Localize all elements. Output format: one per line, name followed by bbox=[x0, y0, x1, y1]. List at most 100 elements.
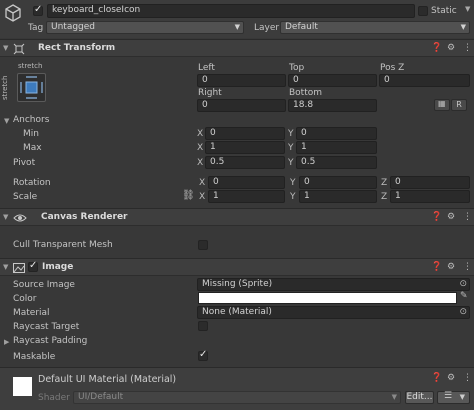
rotation-z-field[interactable]: 0 bbox=[390, 176, 470, 189]
active-checkbox[interactable] bbox=[33, 4, 43, 16]
anchor-preset-icon bbox=[20, 76, 43, 99]
static-dropdown-icon[interactable]: ▼ bbox=[465, 5, 470, 13]
collapse-triangle-icon[interactable]: ▼ bbox=[3, 44, 8, 52]
top-label: Top bbox=[289, 63, 305, 73]
anchor-max-x-field[interactable]: 1 bbox=[205, 141, 285, 154]
raycast-padding-label[interactable]: Raycast Padding bbox=[13, 336, 87, 346]
pivot-y-label: Y bbox=[288, 158, 294, 168]
pivot-x-label: X bbox=[197, 158, 204, 168]
maskable-label: Maskable bbox=[13, 352, 56, 362]
sliders-icon[interactable]: ⚙ bbox=[447, 373, 455, 383]
scale-y-field[interactable]: 1 bbox=[299, 190, 377, 203]
top-field[interactable]: 0 bbox=[288, 74, 377, 87]
cube-icon bbox=[5, 4, 21, 22]
pivot-x-field[interactable]: 0.5 bbox=[205, 156, 285, 169]
raycast-padding-foldout-icon[interactable]: ▶ bbox=[4, 338, 9, 346]
object-picker-icon[interactable]: ⊙ bbox=[459, 307, 467, 318]
collapse-triangle-icon[interactable]: ▼ bbox=[3, 213, 8, 221]
max-x-label: X bbox=[197, 143, 204, 153]
anchors-label[interactable]: Anchors bbox=[13, 115, 49, 125]
left-field[interactable]: 0 bbox=[197, 74, 286, 87]
right-field[interactable]: 0 bbox=[197, 99, 286, 112]
blueprint-mode-button[interactable]: ▦ bbox=[434, 99, 450, 111]
layer-value: Default bbox=[285, 22, 318, 32]
color-label: Color bbox=[13, 294, 37, 304]
shader-menu-button[interactable]: ☰ ▼ bbox=[437, 391, 470, 404]
rotation-y-label: Y bbox=[290, 178, 296, 188]
material-label: Material bbox=[13, 308, 50, 318]
kebab-menu-icon[interactable]: ⋮ bbox=[463, 43, 472, 53]
pivot-y-field[interactable]: 0.5 bbox=[296, 156, 377, 169]
anchors-foldout-icon[interactable]: ▼ bbox=[4, 117, 9, 125]
left-label: Left bbox=[198, 63, 215, 73]
chevron-down-icon: ▼ bbox=[234, 23, 240, 31]
sliders-icon[interactable]: ⚙ bbox=[447, 43, 455, 53]
source-image-field[interactable]: Missing (Sprite) ⊙ bbox=[197, 278, 470, 291]
tag-label: Tag bbox=[28, 23, 44, 33]
static-checkbox[interactable] bbox=[418, 6, 428, 16]
eyedropper-icon[interactable]: ✎ bbox=[460, 291, 468, 301]
raycast-target-checkbox[interactable] bbox=[198, 321, 208, 331]
rotation-label: Rotation bbox=[13, 178, 51, 188]
image-title: Image bbox=[42, 262, 74, 272]
canvas-renderer-title: Canvas Renderer bbox=[41, 212, 128, 222]
cull-transparent-mesh-checkbox[interactable] bbox=[198, 240, 208, 250]
edit-shader-button[interactable]: Edit... bbox=[405, 391, 434, 404]
rotation-x-field[interactable]: 0 bbox=[208, 176, 285, 189]
material-field[interactable]: None (Material) ⊙ bbox=[197, 306, 470, 319]
help-icon[interactable]: ❓ bbox=[431, 43, 442, 53]
collapse-triangle-icon[interactable]: ▼ bbox=[3, 263, 8, 271]
help-icon[interactable]: ❓ bbox=[431, 262, 442, 272]
scale-x-field[interactable]: 1 bbox=[208, 190, 285, 203]
help-icon[interactable]: ❓ bbox=[431, 212, 442, 222]
anchor-max-y-field[interactable]: 1 bbox=[296, 141, 377, 154]
source-image-label: Source Image bbox=[13, 280, 75, 290]
kebab-menu-icon[interactable]: ⋮ bbox=[463, 262, 472, 272]
image-enabled-checkbox[interactable] bbox=[28, 260, 38, 272]
sliders-icon[interactable]: ⚙ bbox=[447, 262, 455, 272]
gameobject-header: keyboard_closeIcon Static ▼ Tag Untagged… bbox=[0, 0, 474, 38]
min-x-label: X bbox=[197, 129, 204, 139]
min-label: Min bbox=[23, 129, 39, 139]
color-swatch[interactable] bbox=[198, 292, 457, 304]
image-header[interactable]: ▼ Image ❓ ⚙ ⋮ bbox=[0, 258, 474, 276]
kebab-menu-icon[interactable]: ⋮ bbox=[463, 212, 472, 222]
chevron-down-icon: ▼ bbox=[391, 393, 397, 401]
scale-z-field[interactable]: 1 bbox=[390, 190, 470, 203]
edit-shader-label: Edit... bbox=[406, 392, 433, 402]
chevron-down-icon: ▼ bbox=[459, 393, 465, 401]
maskable-checkbox[interactable] bbox=[198, 349, 208, 361]
anchor-min-y-field[interactable]: 0 bbox=[296, 127, 377, 140]
bottom-field[interactable]: 18.8 bbox=[288, 99, 377, 112]
cull-transparent-mesh-label: Cull Transparent Mesh bbox=[13, 240, 113, 250]
shader-dropdown[interactable]: UI/Default ▼ bbox=[73, 391, 401, 404]
posz-field[interactable]: 0 bbox=[379, 74, 470, 87]
tag-dropdown[interactable]: Untagged ▼ bbox=[46, 21, 244, 34]
rect-transform-icon bbox=[13, 43, 25, 55]
rect-transform-title: Rect Transform bbox=[38, 43, 116, 53]
image-icon bbox=[13, 263, 25, 273]
layer-dropdown[interactable]: Default ▼ bbox=[280, 21, 470, 34]
raycast-target-label: Raycast Target bbox=[13, 322, 80, 332]
gameobject-name-field[interactable]: keyboard_closeIcon bbox=[47, 4, 415, 18]
anchor-preset-button[interactable] bbox=[17, 73, 46, 102]
anchor-preset-label-h: stretch bbox=[18, 62, 43, 70]
static-label: Static bbox=[431, 6, 457, 16]
object-picker-icon[interactable]: ⊙ bbox=[459, 279, 467, 290]
shader-value: UI/Default bbox=[78, 392, 124, 402]
help-icon[interactable]: ❓ bbox=[431, 373, 442, 383]
link-icon[interactable]: ⛓ bbox=[182, 190, 195, 201]
raw-edit-button[interactable]: R bbox=[451, 99, 467, 111]
rect-transform-header[interactable]: ▼ Rect Transform ❓ ⚙ ⋮ bbox=[0, 39, 474, 57]
list-icon: ☰ bbox=[444, 391, 453, 401]
rotation-y-field[interactable]: 0 bbox=[299, 176, 377, 189]
max-label: Max bbox=[23, 143, 42, 153]
rotation-x-label: X bbox=[199, 178, 206, 188]
grid-icon: ▦ bbox=[438, 99, 446, 108]
canvas-renderer-header[interactable]: ▼ Canvas Renderer ❓ ⚙ ⋮ bbox=[0, 208, 474, 226]
material-preview bbox=[13, 377, 32, 396]
kebab-menu-icon[interactable]: ⋮ bbox=[463, 373, 472, 383]
sliders-icon[interactable]: ⚙ bbox=[447, 212, 455, 222]
pivot-label: Pivot bbox=[13, 158, 36, 168]
anchor-min-x-field[interactable]: 0 bbox=[205, 127, 285, 140]
